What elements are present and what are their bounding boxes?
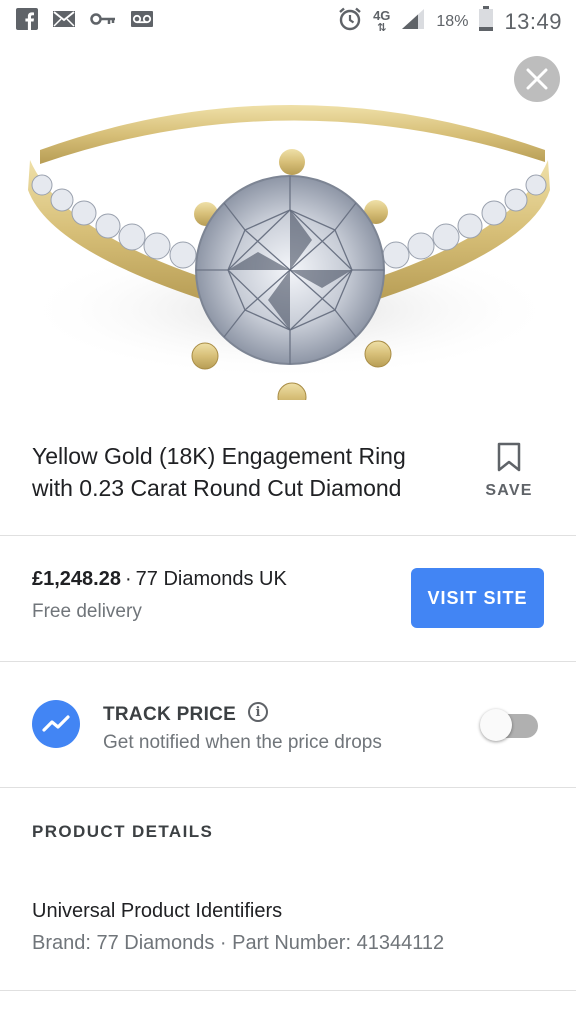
system-indicators: 4G ⇅ 18% 13:49	[337, 6, 562, 37]
track-price-toggle[interactable]	[480, 709, 538, 741]
trend-icon	[32, 700, 80, 748]
price: £1,248.28	[32, 568, 121, 590]
battery-icon	[478, 6, 494, 37]
product-title-section: Yellow Gold (18K) Engagement Ring with 0…	[0, 420, 576, 536]
close-button[interactable]	[514, 56, 560, 102]
upi-values: Brand: 77 Diamonds · Part Number: 413441…	[32, 932, 445, 954]
alarm-icon	[337, 6, 363, 37]
ring-illustration	[20, 105, 560, 412]
save-button[interactable]: SAVE	[482, 442, 536, 500]
price-line: £1,248.28 · 77 Diamonds UK	[32, 568, 287, 591]
signal-icon	[400, 7, 426, 36]
seller-name[interactable]: 77 Diamonds UK	[136, 568, 287, 590]
visit-site-button[interactable]: VISIT SITE	[411, 568, 544, 628]
close-icon	[526, 68, 548, 90]
notification-icons	[16, 8, 154, 35]
info-icon[interactable]: i	[248, 702, 268, 722]
track-price-section: TRACK PRICE i Get notified when the pric…	[0, 662, 576, 788]
separator-dot: ·	[124, 568, 132, 590]
bookmark-icon	[497, 442, 521, 472]
track-price-title: TRACK PRICE	[103, 704, 237, 725]
network-type: 4G ⇅	[373, 7, 391, 34]
voicemail-icon	[130, 9, 154, 34]
mail-icon	[52, 9, 76, 34]
upi-title: Universal Product Identifiers	[32, 900, 283, 922]
key-icon	[90, 11, 116, 32]
save-label: SAVE	[485, 482, 533, 499]
product-title: Yellow Gold (18K) Engagement Ring with 0…	[32, 443, 406, 501]
divider	[0, 990, 576, 991]
facebook-icon	[16, 8, 38, 35]
track-price-subtitle: Get notified when the price drops	[103, 732, 382, 753]
delivery-info: Free delivery	[32, 601, 142, 622]
product-image[interactable]	[0, 40, 576, 412]
clock: 13:49	[504, 8, 562, 34]
toggle-knob	[480, 709, 512, 741]
battery-percent: 18%	[436, 12, 469, 30]
status-bar: 4G ⇅ 18% 13:49	[0, 0, 576, 40]
product-details-heading: PRODUCT DETAILS	[32, 822, 214, 841]
